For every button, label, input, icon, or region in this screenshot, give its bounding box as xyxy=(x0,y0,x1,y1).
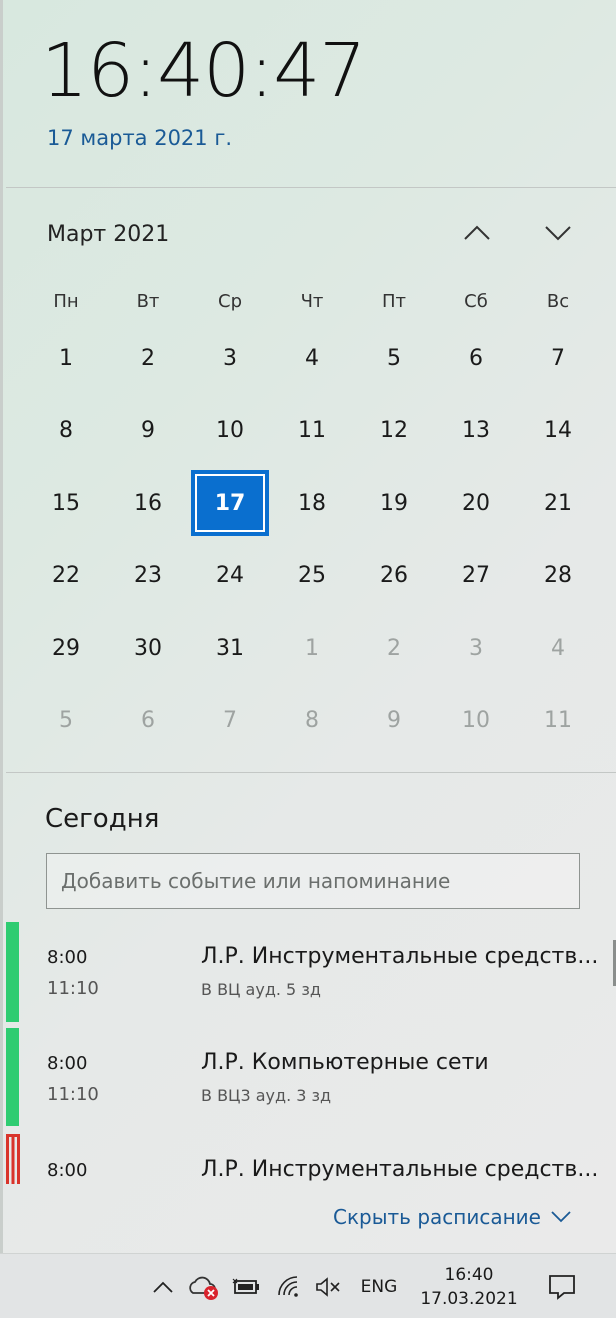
calendar-day-today[interactable]: 17 xyxy=(189,467,271,540)
calendar-day[interactable]: 3 xyxy=(189,322,271,395)
show-hidden-icons-button[interactable] xyxy=(148,1254,178,1318)
network-button[interactable] xyxy=(272,1254,304,1318)
event-location: В ВЦ ауд. 5 зд xyxy=(201,980,321,999)
chevron-down-icon xyxy=(551,1211,571,1223)
action-center-button[interactable] xyxy=(540,1254,584,1318)
onedrive-button[interactable] xyxy=(186,1254,222,1318)
wifi-icon xyxy=(278,1275,298,1297)
prev-month-button[interactable] xyxy=(457,218,497,248)
calendar-day[interactable]: 11 xyxy=(271,395,353,468)
calendar-day[interactable]: 9 xyxy=(353,685,435,758)
calendar-day[interactable]: 7 xyxy=(517,322,599,395)
clock-time: 16:40:47 xyxy=(41,28,366,114)
calendar-day[interactable]: 5 xyxy=(25,685,107,758)
taskbar: ENG 16:40 17.03.2021 xyxy=(0,1253,616,1318)
chevron-up-icon xyxy=(464,225,490,240)
event-start-time: 8:00 xyxy=(47,947,88,968)
weekday-label: Ср xyxy=(218,290,242,312)
hide-schedule-label: Скрыть расписание xyxy=(333,1205,541,1229)
next-month-button[interactable] xyxy=(538,218,578,248)
calendar-day[interactable]: 10 xyxy=(435,685,517,758)
weekday-label: Чт xyxy=(300,290,324,312)
volume-button[interactable] xyxy=(312,1254,344,1318)
add-event-input[interactable] xyxy=(46,853,580,909)
calendar-day[interactable]: 23 xyxy=(107,540,189,613)
calendar-day[interactable]: 14 xyxy=(517,395,599,468)
calendar-day[interactable]: 1 xyxy=(271,612,353,685)
language-indicator[interactable]: ENG xyxy=(352,1254,406,1318)
event-item[interactable]: 8:00 11:10 Л.Р. Компьютерные сети В ВЦ3 … xyxy=(3,1028,616,1128)
calendar-day[interactable]: 29 xyxy=(25,612,107,685)
calendar-day[interactable]: 5 xyxy=(353,322,435,395)
calendar-day[interactable]: 24 xyxy=(189,540,271,613)
divider xyxy=(6,772,616,773)
divider xyxy=(6,187,616,188)
event-item[interactable]: 8:00 11:10 Л.Р. Инструментальные средств… xyxy=(3,922,616,1022)
calendar-grid: Пн Вт Ср Чт Пт Сб Вс 1 2 3 4 5 6 7 8 9 10 11 12 13 14… xyxy=(25,280,599,757)
calendar-day[interactable]: 12 xyxy=(353,395,435,468)
calendar-day[interactable]: 22 xyxy=(25,540,107,613)
weekday-label: Пн xyxy=(53,290,79,312)
battery-icon xyxy=(232,1278,259,1294)
event-start-time: 8:00 xyxy=(47,1160,88,1181)
calendar-day[interactable]: 16 xyxy=(107,467,189,540)
weekday-label: Вт xyxy=(136,290,160,312)
month-title[interactable]: Март 2021 xyxy=(47,222,169,247)
calendar-day[interactable]: 18 xyxy=(271,467,353,540)
calendar-day[interactable]: 21 xyxy=(517,467,599,540)
weekday-label: Пт xyxy=(381,290,407,312)
calendar-day[interactable]: 4 xyxy=(271,322,353,395)
event-color-bar xyxy=(6,1028,19,1126)
weekday-label: Сб xyxy=(464,290,488,312)
onedrive-error-icon xyxy=(189,1276,218,1300)
calendar-day[interactable]: 6 xyxy=(107,685,189,758)
calendar-day[interactable]: 31 xyxy=(189,612,271,685)
event-color-bar xyxy=(6,1134,20,1184)
calendar-day[interactable]: 10 xyxy=(189,395,271,468)
taskbar-clock[interactable]: 16:40 17.03.2021 xyxy=(414,1254,524,1318)
calendar-day[interactable]: 2 xyxy=(107,322,189,395)
hide-schedule-link[interactable]: Скрыть расписание xyxy=(333,1205,571,1229)
weekday-label: Вс xyxy=(546,290,570,312)
calendar-day[interactable]: 1 xyxy=(25,322,107,395)
event-title: Л.Р. Компьютерные сети xyxy=(201,1050,489,1075)
calendar-day[interactable]: 25 xyxy=(271,540,353,613)
agenda-title: Сегодня xyxy=(45,804,160,834)
calendar-day[interactable]: 27 xyxy=(435,540,517,613)
calendar-day[interactable]: 13 xyxy=(435,395,517,468)
calendar-day[interactable]: 15 xyxy=(25,467,107,540)
event-start-time: 8:00 xyxy=(47,1053,88,1074)
calendar-day[interactable]: 30 xyxy=(107,612,189,685)
event-end-time: 11:10 xyxy=(47,978,99,999)
calendar-day[interactable]: 6 xyxy=(435,322,517,395)
calendar-day[interactable]: 19 xyxy=(353,467,435,540)
event-color-bar xyxy=(6,922,19,1022)
calendar-day[interactable]: 2 xyxy=(353,612,435,685)
calendar-day[interactable]: 4 xyxy=(517,612,599,685)
notifications-icon xyxy=(549,1274,575,1300)
calendar-day-label: 17 xyxy=(191,470,269,537)
calendar-day[interactable]: 28 xyxy=(517,540,599,613)
calendar-day[interactable]: 9 xyxy=(107,395,189,468)
taskbar-time: 16:40 xyxy=(444,1264,494,1285)
volume-muted-icon xyxy=(316,1276,340,1297)
event-end-time: 11:10 xyxy=(47,1084,99,1105)
calendar-day[interactable]: 3 xyxy=(435,612,517,685)
chevron-up-icon xyxy=(153,1281,173,1293)
event-title: Л.Р. Инструментальные средств... xyxy=(201,944,599,969)
event-item[interactable]: 8:00 Л.Р. Инструментальные средств... xyxy=(3,1134,616,1184)
calendar-day[interactable]: 8 xyxy=(271,685,353,758)
clock-date[interactable]: 17 марта 2021 г. xyxy=(47,126,232,150)
calendar-flyout: 16:40:47 17 марта 2021 г. Март 2021 Пн В… xyxy=(0,0,616,1253)
event-title: Л.Р. Инструментальные средств... xyxy=(201,1157,599,1182)
event-location: В ВЦ3 ауд. 3 зд xyxy=(201,1086,332,1105)
calendar-day[interactable]: 8 xyxy=(25,395,107,468)
chevron-down-icon xyxy=(545,226,571,241)
calendar-day[interactable]: 11 xyxy=(517,685,599,758)
calendar-day[interactable]: 7 xyxy=(189,685,271,758)
calendar-day[interactable]: 20 xyxy=(435,467,517,540)
calendar-day[interactable]: 26 xyxy=(353,540,435,613)
battery-button[interactable] xyxy=(230,1254,262,1318)
taskbar-date: 17.03.2021 xyxy=(420,1288,518,1309)
